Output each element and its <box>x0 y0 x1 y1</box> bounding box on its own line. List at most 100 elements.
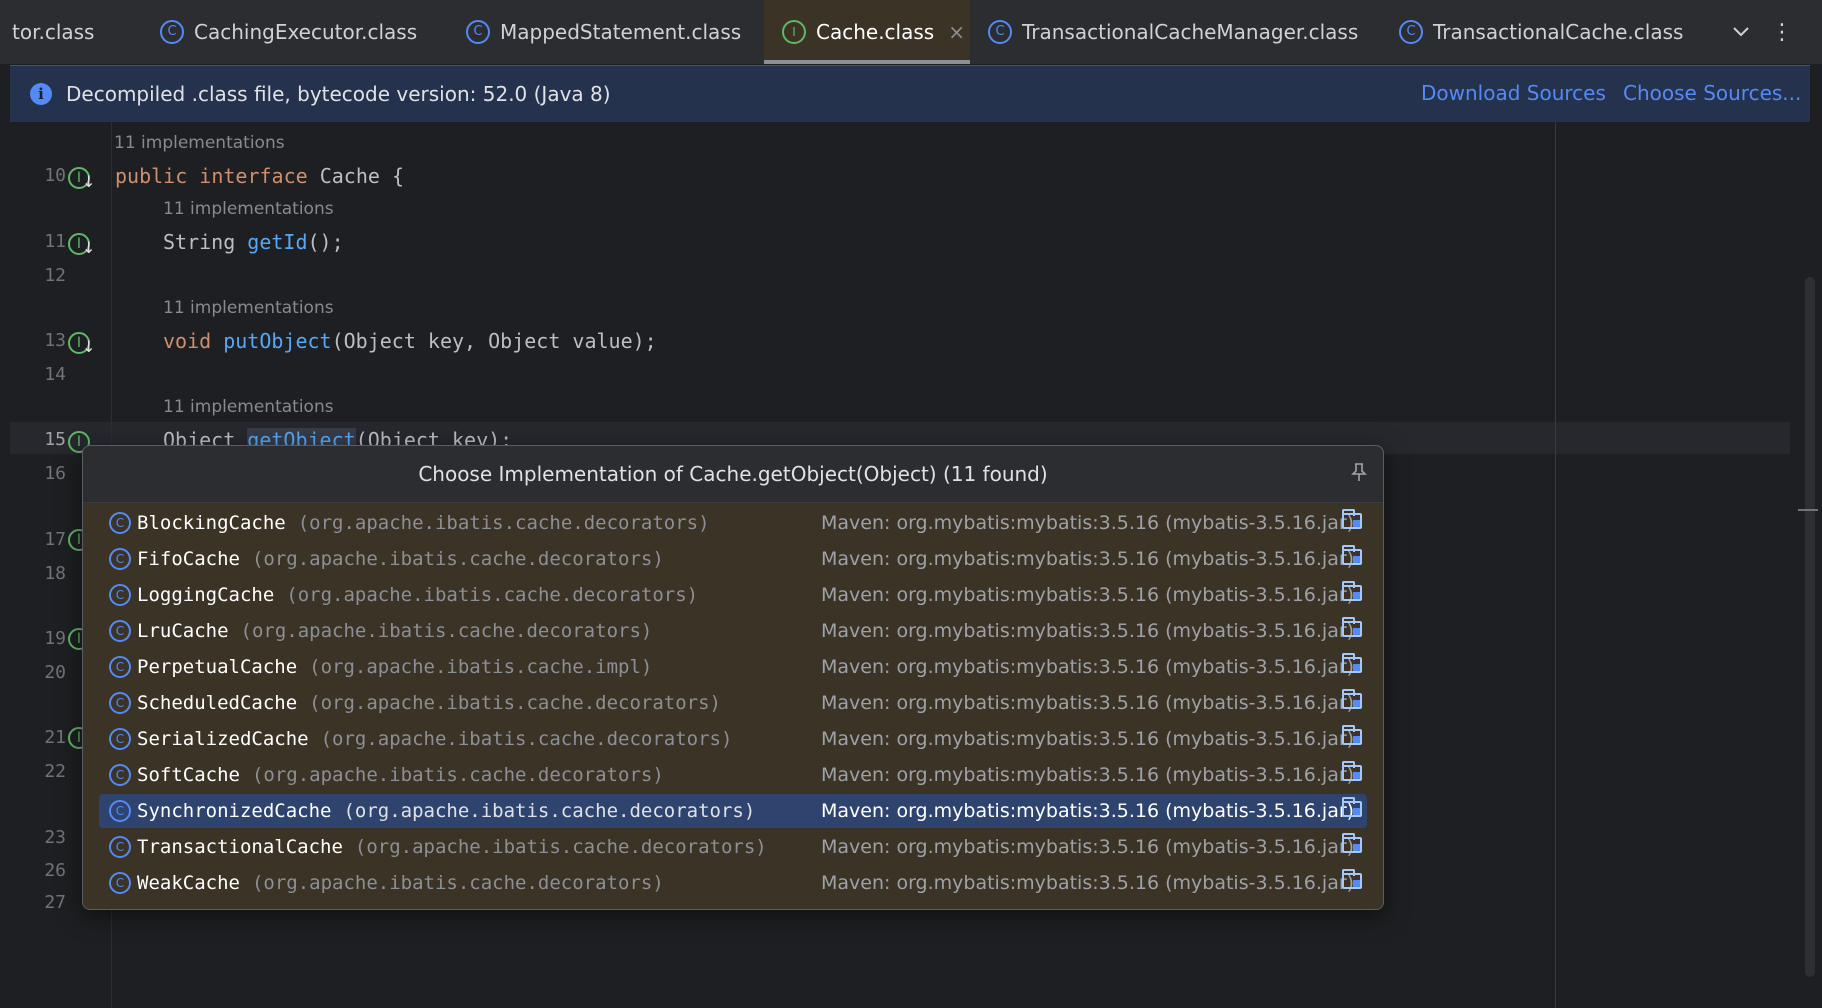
class-icon: C <box>109 692 131 714</box>
method-name: getId <box>247 230 308 254</box>
class-icon: C <box>109 728 131 750</box>
keyword: void <box>163 329 212 353</box>
class-name: LruCache <box>137 620 229 642</box>
line-number: 22 <box>44 761 66 782</box>
code-text: (); <box>307 230 344 254</box>
list-item[interactable]: C LruCache (org.apache.ibatis.cache.deco… <box>99 614 1367 648</box>
class-name: FifoCache <box>137 548 240 570</box>
popup-title-text: Choose Implementation of Cache.getObject… <box>418 462 1048 486</box>
line-number: 14 <box>44 364 66 385</box>
popup-title: Choose Implementation of Cache.getObject… <box>83 446 1383 503</box>
code-text: (Object key, Object value); <box>331 329 657 353</box>
tab-transactional-cache[interactable]: C TransactionalCache.class <box>1399 0 1683 64</box>
class-icon: C <box>109 836 131 858</box>
list-item[interactable]: C PerpetualCache (org.apache.ibatis.cach… <box>99 650 1367 684</box>
list-item[interactable]: C SerializedCache (org.apache.ibatis.cac… <box>99 722 1367 756</box>
implementations-hint[interactable]: 11 implementations <box>163 298 334 318</box>
class-name: WeakCache <box>137 872 240 894</box>
class-icon: C <box>109 620 131 642</box>
class-name: SynchronizedCache <box>137 800 332 822</box>
library-location: Maven: org.mybatis:mybatis:3.5.16 (mybat… <box>821 872 1355 894</box>
tab-label: TransactionalCacheManager.class <box>1022 20 1359 44</box>
library-folder-icon <box>1342 689 1362 709</box>
library-location: Maven: org.mybatis:mybatis:3.5.16 (mybat… <box>821 836 1355 858</box>
editor-tab-bar: tor.class C CachingExecutor.class C Mapp… <box>0 0 1822 65</box>
library-folder-icon <box>1342 545 1362 565</box>
library-folder-icon <box>1342 869 1362 889</box>
class-name: LoggingCache <box>137 584 275 606</box>
more-options-icon[interactable]: ⋮ <box>1771 0 1793 64</box>
close-icon[interactable]: × <box>948 20 965 44</box>
library-folder-icon <box>1342 797 1362 817</box>
library-location: Maven: org.mybatis:mybatis:3.5.16 (mybat… <box>821 656 1355 678</box>
list-item[interactable]: C ScheduledCache (org.apache.ibatis.cach… <box>99 686 1367 720</box>
pin-icon[interactable] <box>1351 462 1367 487</box>
line-number: 20 <box>44 662 66 683</box>
library-folder-icon <box>1342 509 1362 529</box>
tab-mapped-statement[interactable]: C MappedStatement.class <box>466 0 741 64</box>
line-number: 17 <box>44 529 66 550</box>
class-name: ScheduledCache <box>137 692 298 714</box>
line-number: 13 <box>44 330 66 351</box>
line-number: 16 <box>44 463 66 484</box>
list-item[interactable]: C BlockingCache (org.apache.ibatis.cache… <box>99 506 1367 540</box>
library-folder-icon <box>1342 833 1362 853</box>
decompiled-banner: i Decompiled .class file, bytecode versi… <box>10 65 1810 123</box>
library-location: Maven: org.mybatis:mybatis:3.5.16 (mybat… <box>821 584 1355 606</box>
package-name: (org.apache.ibatis.cache.decorators) <box>240 620 653 642</box>
library-location: Maven: org.mybatis:mybatis:3.5.16 (mybat… <box>821 728 1355 750</box>
line-number: 10 <box>44 165 66 186</box>
class-icon: C <box>109 656 131 678</box>
library-location: Maven: org.mybatis:mybatis:3.5.16 (mybat… <box>821 764 1355 786</box>
list-item[interactable]: C FifoCache (org.apache.ibatis.cache.dec… <box>99 542 1367 576</box>
list-item[interactable]: C SoftCache (org.apache.ibatis.cache.dec… <box>99 758 1367 792</box>
banner-text: Decompiled .class file, bytecode version… <box>66 82 611 106</box>
list-item[interactable]: C TransactionalCache (org.apache.ibatis.… <box>99 830 1367 864</box>
code-line-11: String getId(); <box>163 230 344 254</box>
class-name: TransactionalCache <box>137 836 343 858</box>
package-name: (org.apache.ibatis.cache.decorators) <box>354 836 767 858</box>
download-sources-link[interactable]: Download Sources <box>1421 81 1606 105</box>
keyword: interface <box>199 164 308 188</box>
interface-icon: I <box>782 20 806 44</box>
class-icon: C <box>109 764 131 786</box>
tab-caching-executor[interactable]: C CachingExecutor.class <box>160 0 417 64</box>
list-item-selected[interactable]: C SynchronizedCache (org.apache.ibatis.c… <box>99 794 1367 828</box>
line-number: 11 <box>44 231 66 252</box>
line-number: 21 <box>44 727 66 748</box>
class-name: BlockingCache <box>137 512 286 534</box>
implementations-hint[interactable]: 11 implementations <box>163 397 334 417</box>
tab-cache[interactable]: I Cache.class × <box>764 0 970 64</box>
library-folder-icon <box>1342 581 1362 601</box>
line-number: 26 <box>44 860 66 881</box>
line-number: 19 <box>44 628 66 649</box>
list-item[interactable]: C WeakCache (org.apache.ibatis.cache.dec… <box>99 866 1367 900</box>
chevron-down-icon[interactable] <box>1732 0 1750 64</box>
method-name: putObject <box>223 329 332 353</box>
library-folder-icon <box>1342 653 1362 673</box>
line-number: 27 <box>44 892 66 913</box>
tab-label: CachingExecutor.class <box>194 20 418 44</box>
list-item[interactable]: C LoggingCache (org.apache.ibatis.cache.… <box>99 578 1367 612</box>
implementations-hint[interactable]: 11 implementations <box>163 199 334 219</box>
choose-sources-link[interactable]: Choose Sources... <box>1623 81 1801 105</box>
class-icon: C <box>109 548 131 570</box>
class-name: PerpetualCache <box>137 656 298 678</box>
tab-transactional-cache-manager[interactable]: C TransactionalCacheManager.class <box>988 0 1358 64</box>
class-icon: C <box>466 20 490 44</box>
code-line-13: void putObject(Object key, Object value)… <box>163 329 657 353</box>
line-number: 18 <box>44 563 66 584</box>
tab-executor[interactable]: tor.class <box>0 0 142 64</box>
tab-label: TransactionalCache.class <box>1433 20 1684 44</box>
library-folder-icon <box>1342 761 1362 781</box>
implementations-hint[interactable]: 11 implementations <box>114 133 285 153</box>
class-icon: C <box>109 872 131 894</box>
arrow-down-icon: ↓ <box>82 172 96 191</box>
code-text: Cache { <box>319 164 405 188</box>
vertical-scrollbar[interactable] <box>1805 277 1815 977</box>
line-number: 23 <box>44 827 66 848</box>
line-number: 15 <box>44 429 66 450</box>
code-text: String <box>163 230 248 254</box>
class-icon: C <box>160 20 184 44</box>
tab-label: MappedStatement.class <box>500 20 742 44</box>
